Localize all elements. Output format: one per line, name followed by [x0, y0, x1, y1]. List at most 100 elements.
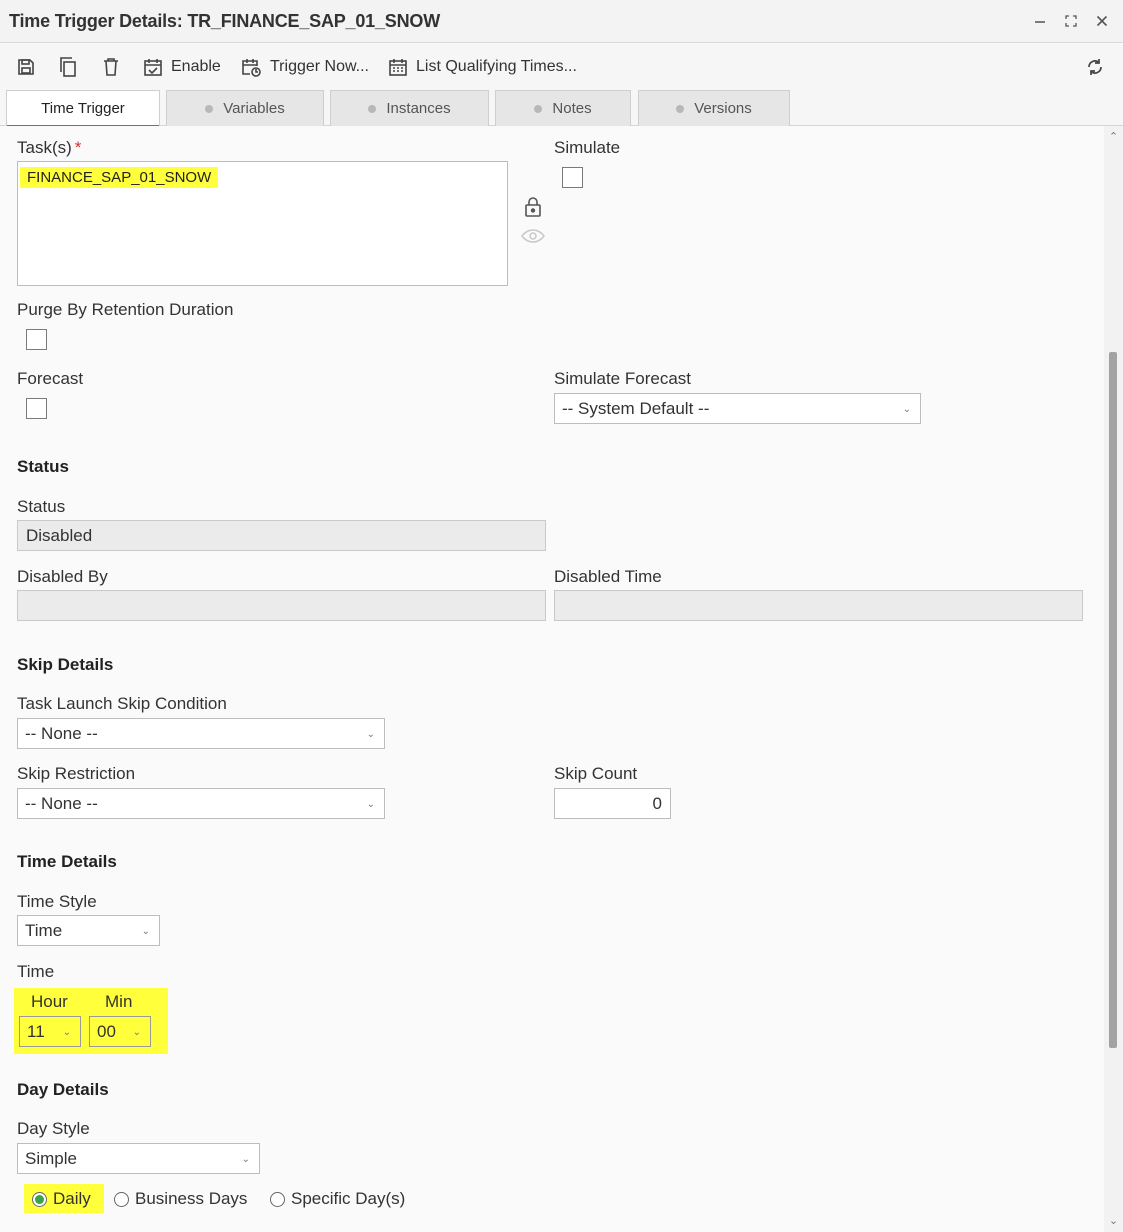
task-item[interactable]: FINANCE_SAP_01_SNOW — [20, 167, 219, 188]
radio-selected-icon — [32, 1191, 47, 1207]
window-titlebar: Time Trigger Details: TR_FINANCE_SAP_01_… — [0, 0, 1123, 43]
calendar-icon — [389, 59, 407, 76]
radio-label: Specific Day(s) — [291, 1189, 406, 1208]
min-select[interactable]: 00 ⌄ — [89, 1016, 151, 1047]
skip-restriction-value: -- None -- — [25, 793, 98, 813]
trigger-now-button[interactable]: Trigger Now... — [240, 54, 369, 80]
time-section-heading: Time Details — [17, 852, 117, 871]
minimize-icon[interactable] — [1028, 9, 1052, 33]
close-icon[interactable] — [1090, 9, 1114, 33]
maximize-icon[interactable] — [1059, 9, 1083, 33]
radio-unselected-icon — [270, 1191, 285, 1207]
hour-select[interactable]: 11 ⌄ — [19, 1016, 81, 1047]
radio-unselected-icon — [114, 1191, 129, 1207]
day-style-select[interactable]: Simple ⌄ — [17, 1143, 260, 1174]
trigger-now-label: Trigger Now... — [270, 58, 369, 75]
skip-count-input[interactable]: 0 — [554, 788, 671, 819]
copy-button[interactable] — [58, 54, 78, 80]
tab-label: Time Trigger — [41, 100, 125, 117]
day-section-heading: Day Details — [17, 1080, 109, 1099]
chevron-down-icon: ⌄ — [366, 799, 375, 810]
tab-bar: Time Trigger Variables Instances Notes V… — [0, 89, 1123, 127]
forecast-label: Forecast — [17, 369, 84, 388]
scroll-down-icon[interactable]: ⌄ — [1106, 1214, 1121, 1228]
radio-business-days[interactable]: Business Days — [114, 1189, 247, 1209]
simulate-forecast-label: Simulate Forecast — [554, 369, 691, 388]
tab-instances[interactable]: Instances — [330, 90, 489, 126]
enable-button[interactable]: Enable — [143, 54, 221, 80]
required-marker: * — [74, 138, 82, 157]
refresh-button[interactable] — [1085, 54, 1105, 80]
disabled-by-label: Disabled By — [17, 567, 108, 586]
skip-condition-select[interactable]: -- None -- ⌄ — [17, 718, 385, 749]
status-label: Status — [17, 497, 66, 516]
min-value: 00 — [97, 1021, 116, 1041]
tab-label: Notes — [552, 100, 592, 117]
chevron-down-icon: ⌄ — [141, 926, 150, 937]
status-dot-icon — [368, 104, 377, 113]
simulate-checkbox[interactable] — [562, 167, 583, 188]
radio-label: Business Days — [135, 1189, 248, 1208]
tab-notes[interactable]: Notes — [495, 90, 631, 126]
save-icon — [18, 59, 34, 75]
skip-restriction-label: Skip Restriction — [17, 764, 136, 783]
time-style-select[interactable]: Time ⌄ — [17, 915, 160, 946]
day-style-label: Day Style — [17, 1119, 90, 1138]
time-style-value: Time — [25, 920, 63, 940]
time-highlight: Hour Min 11 ⌄ 00 ⌄ — [14, 988, 168, 1054]
disabled-time-field — [554, 590, 1083, 621]
copy-icon — [60, 57, 76, 77]
disabled-time-label: Disabled Time — [554, 567, 662, 586]
enable-label: Enable — [171, 58, 221, 75]
purge-label: Purge By Retention Duration — [17, 300, 234, 319]
tab-versions[interactable]: Versions — [638, 90, 790, 126]
simulate-label: Simulate — [554, 138, 621, 157]
status-dot-icon — [534, 104, 543, 113]
purge-checkbox[interactable] — [26, 329, 47, 350]
toolbar: Enable Trigger Now... List Qualifying Ti… — [0, 44, 1123, 89]
tab-label: Versions — [694, 100, 752, 117]
time-label: Time — [17, 962, 55, 981]
disabled-by-field — [17, 590, 546, 621]
scroll-up-icon[interactable]: ⌃ — [1106, 130, 1121, 144]
chevron-down-icon: ⌄ — [241, 1154, 250, 1165]
list-qualifying-times-button[interactable]: List Qualifying Times... — [388, 54, 577, 80]
scrollbar-thumb[interactable] — [1109, 352, 1117, 1048]
tab-label: Variables — [223, 100, 285, 117]
skip-count-label: Skip Count — [554, 764, 638, 783]
vertical-scrollbar[interactable]: ⌃ ⌄ — [1104, 126, 1123, 1232]
list-qualifying-times-label: List Qualifying Times... — [416, 58, 577, 75]
calendar-refresh-icon — [242, 59, 261, 77]
tasks-field[interactable]: FINANCE_SAP_01_SNOW — [17, 161, 508, 286]
chevron-down-icon: ⌄ — [132, 1027, 141, 1038]
status-dot-icon — [676, 104, 685, 113]
skip-restriction-select[interactable]: -- None -- ⌄ — [17, 788, 385, 819]
trash-icon — [104, 58, 118, 76]
simulate-forecast-value: -- System Default -- — [562, 398, 710, 418]
status-value: Disabled — [26, 525, 93, 545]
tab-label: Instances — [386, 100, 451, 117]
eye-icon[interactable] — [521, 228, 545, 249]
simulate-forecast-select[interactable]: -- System Default -- ⌄ — [554, 393, 921, 424]
radio-specific-days[interactable]: Specific Day(s) — [270, 1189, 405, 1209]
skip-section-heading: Skip Details — [17, 655, 114, 674]
min-label: Min — [105, 992, 133, 1011]
chevron-down-icon: ⌄ — [902, 404, 911, 415]
window-title: Time Trigger Details: TR_FINANCE_SAP_01_… — [9, 11, 440, 31]
lock-icon[interactable] — [523, 196, 543, 223]
calendar-check-icon — [144, 59, 162, 76]
tasks-label: Task(s) * — [17, 138, 82, 157]
radio-label: Daily — [53, 1189, 91, 1208]
skip-condition-label: Task Launch Skip Condition — [17, 694, 227, 713]
skip-condition-value: -- None -- — [25, 723, 98, 743]
refresh-icon — [1088, 59, 1102, 75]
status-field: Disabled — [17, 520, 546, 551]
day-style-value: Simple — [25, 1148, 77, 1168]
delete-button[interactable] — [101, 54, 121, 80]
tab-variables[interactable]: Variables — [166, 90, 324, 126]
radio-daily[interactable]: Daily — [32, 1189, 91, 1209]
status-dot-icon — [205, 104, 214, 113]
tab-time-trigger[interactable]: Time Trigger — [6, 90, 160, 127]
save-button[interactable] — [16, 54, 36, 80]
forecast-checkbox[interactable] — [26, 398, 47, 419]
